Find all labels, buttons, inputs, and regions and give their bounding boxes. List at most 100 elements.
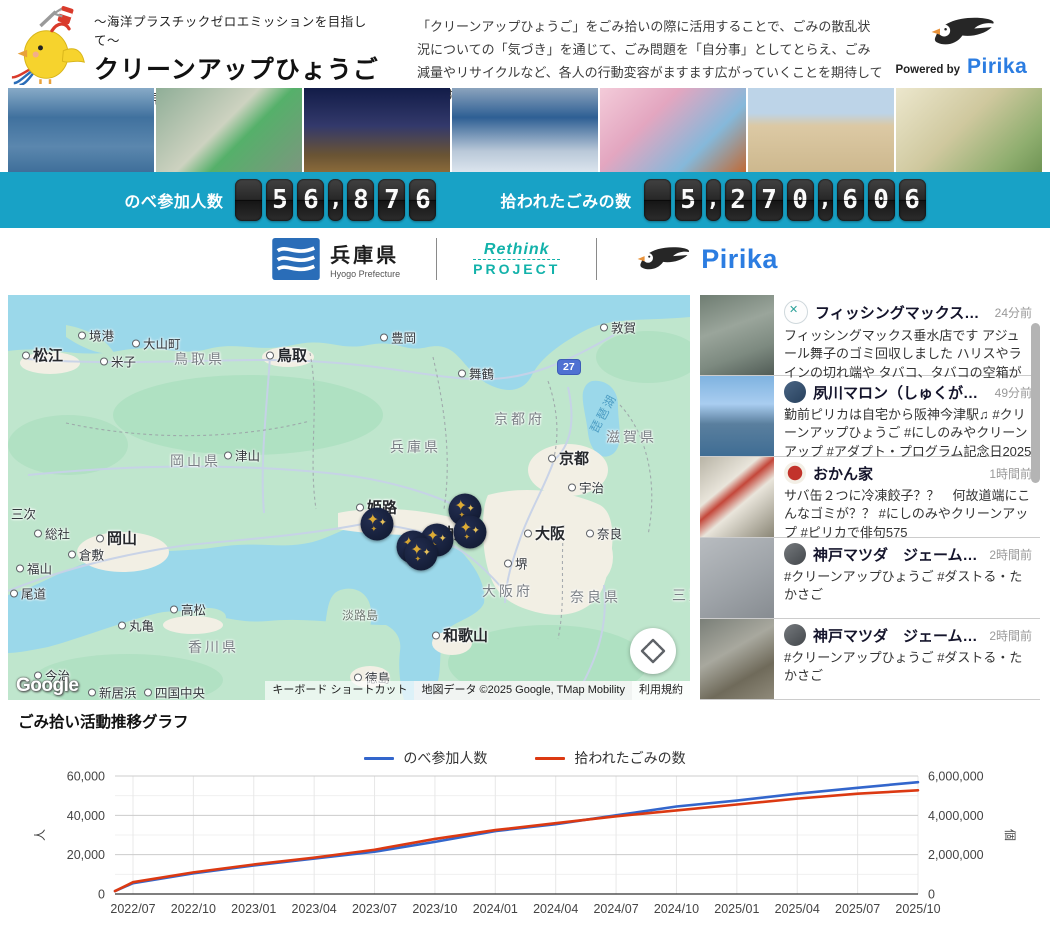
pirika-wordmark: Pirika (967, 55, 1027, 79)
feed-post-text: #クリーンアップひょうご #ダストる・たかさご (784, 568, 1032, 605)
legend-label: 拾われたごみの数 (574, 748, 685, 768)
svg-text:2022/10: 2022/10 (171, 902, 216, 916)
chart-title: ごみ拾い活動推移グラフ (18, 710, 1050, 732)
feed-item[interactable]: おかん家 1時間前 サバ缶２つに冷凍餃子？？ 何故道端にこんなゴミが？？ #にし… (700, 457, 1040, 538)
feed-user-name: フィッシングマックス垂… (815, 302, 988, 323)
cleanup-cluster-marker[interactable]: ✦✦✦ (454, 516, 487, 549)
hyogo-name: 兵庫県 (330, 239, 400, 268)
feed-timestamp: 24分前 (995, 304, 1032, 321)
mascot-logo (10, 5, 90, 85)
avatar (784, 543, 806, 565)
photo-night-canal-town (304, 88, 450, 172)
pirika-wordmark: Pirika (701, 244, 778, 275)
svg-text:2023/07: 2023/07 (352, 902, 397, 916)
feed-item[interactable]: 神戸マツダ ジェーム… 2時間前 #クリーンアップひょうご #ダストる・たかさご (700, 619, 1040, 700)
legend-label: のべ参加人数 (403, 748, 487, 768)
map-pan-control[interactable] (630, 628, 676, 674)
terms-link[interactable]: 利用規約 (632, 681, 690, 700)
hyogo-prefecture-logo[interactable]: 兵庫県 Hyogo Prefecture (272, 238, 400, 280)
feed-user-name: 神戸マツダ ジェーム… (813, 544, 978, 565)
map-attribution: キーボード ショートカット 地図データ ©2025 Google, TMap M… (265, 681, 690, 700)
photo-cherry-blossom-castle-boat (600, 88, 746, 172)
feed-post-text: サバ缶２つに冷凍餃子？？ 何故道端にこんなゴミが？？ #にしのみやクリーンアップ… (784, 487, 1032, 542)
google-logo[interactable]: Google (16, 675, 78, 697)
site-title: クリーンアップひょうご (94, 50, 391, 86)
avatar (784, 462, 806, 484)
feed-user-name: 神戸マツダ ジェーム… (813, 625, 978, 646)
feed-user-name: 夙川マロン（しゅくがわ… (813, 382, 988, 403)
page-header: 〜海洋プラスチックゼロエミッションを目指して〜 クリーンアップひょうご 兵庫県版… (0, 0, 1050, 88)
avatar (784, 624, 806, 646)
photo-beach-cleanup (748, 88, 894, 172)
svg-text:2025/07: 2025/07 (835, 902, 880, 916)
feed-timestamp: 2時間前 (989, 546, 1032, 563)
powered-by-pirika[interactable]: Powered by Pirika (883, 5, 1040, 79)
photo-strip (0, 88, 1050, 172)
feed-item[interactable]: 神戸マツダ ジェーム… 2時間前 #クリーンアップひょうご #ダストる・たかさご (700, 538, 1040, 619)
cleanup-cluster-marker[interactable]: ✦✦✦ (361, 508, 394, 541)
svg-text:2024/04: 2024/04 (533, 902, 578, 916)
svg-text:2024/07: 2024/07 (593, 902, 638, 916)
activity-feed: フィッシングマックス垂… 24分前 フィッシングマックス垂水店です アジュール舞… (700, 295, 1040, 700)
trash-count-label: 拾われたごみの数 (500, 188, 631, 212)
svg-text:0: 0 (928, 888, 935, 902)
feed-photo (700, 457, 774, 537)
svg-text:40,000: 40,000 (67, 809, 105, 823)
svg-text:2025/10: 2025/10 (895, 902, 940, 916)
photo-pampas-grass-field (896, 88, 1042, 172)
stat-participants: のべ参加人数 56,876 (124, 179, 436, 221)
svg-text:人: 人 (33, 829, 47, 841)
stats-bar: のべ参加人数 56,876 拾われたごみの数 5,270,606 (0, 172, 1050, 228)
svg-text:4,000,000: 4,000,000 (928, 809, 984, 823)
photo-cleanup-truck-children (156, 88, 302, 172)
feed-item[interactable]: 夙川マロン（しゅくがわ… 49分前 勤前ピリカは自宅から阪神今津駅♫ #クリーン… (700, 376, 1040, 457)
svg-text:2023/04: 2023/04 (292, 902, 337, 916)
trash-counter: 5,270,606 (644, 179, 926, 221)
pirika-logo[interactable]: Pirika (633, 242, 778, 276)
svg-text:0: 0 (98, 888, 105, 902)
participants-counter: 56,876 (235, 179, 436, 221)
participants-label: のべ参加人数 (124, 188, 223, 212)
stat-trash-count: 拾われたごみの数 5,270,606 (500, 179, 925, 221)
divider (436, 238, 437, 280)
svg-text:2024/01: 2024/01 (473, 902, 518, 916)
feed-photo (700, 295, 774, 375)
svg-text:個: 個 (1003, 829, 1017, 841)
feed-item[interactable]: フィッシングマックス垂… 24分前 フィッシングマックス垂水店です アジュール舞… (700, 295, 1040, 376)
photo-seagulls-harbor (8, 88, 154, 172)
svg-text:2025/01: 2025/01 (714, 902, 759, 916)
hyogo-mark-icon (272, 238, 320, 280)
feed-timestamp: 1時間前 (989, 465, 1032, 482)
line-chart: 2022/07 2022/10 2023/01 2023/04 2023/07 2023/… (0, 768, 1050, 920)
feed-scrollbar[interactable] (1031, 323, 1040, 483)
svg-text:2023/10: 2023/10 (412, 902, 457, 916)
legend-swatch-blue (364, 757, 394, 760)
feed-photo (700, 538, 774, 618)
rethink-project-logo[interactable]: Rethink PROJECT (473, 241, 560, 278)
chart-section: ごみ拾い活動推移グラフ のべ参加人数 拾われたごみの数 2022/072022/… (0, 700, 1050, 925)
svg-text:6,000,000: 6,000,000 (928, 770, 984, 784)
pirika-bird-icon (926, 11, 996, 53)
svg-text:60,000: 60,000 (67, 770, 105, 784)
pan-arrows-icon (630, 628, 676, 674)
keyboard-shortcuts-link[interactable]: キーボード ショートカット (265, 681, 414, 700)
rethink-line2: PROJECT (473, 262, 560, 277)
hyogo-name-en: Hyogo Prefecture (330, 269, 400, 279)
svg-text:2023/01: 2023/01 (231, 902, 276, 916)
legend-participants: のべ参加人数 (364, 748, 487, 768)
feed-photo (700, 376, 774, 456)
map-labels-layer: 松江境港大山町米子鳥取県鳥取豊岡舞鶴敦賀27京都府琵琶湖滋賀県兵庫県岡山県津山京… (8, 295, 690, 700)
feed-photo (700, 619, 774, 699)
svg-text:20,000: 20,000 (67, 848, 105, 862)
svg-text:2022/07: 2022/07 (110, 902, 155, 916)
svg-text:2024/10: 2024/10 (654, 902, 699, 916)
site-tagline: 〜海洋プラスチックゼロエミッションを目指して〜 (94, 11, 391, 49)
powered-by-label: Powered by (895, 64, 960, 76)
cleanup-cluster-marker[interactable]: ✦✦✦ (405, 538, 438, 571)
map-data-attribution: 地図データ ©2025 Google, TMap Mobility (414, 681, 632, 700)
legend-trash: 拾われたごみの数 (535, 748, 685, 768)
svg-text:2,000,000: 2,000,000 (928, 848, 984, 862)
avatar (784, 381, 806, 403)
feed-timestamp: 2時間前 (989, 627, 1032, 644)
google-map[interactable]: 松江境港大山町米子鳥取県鳥取豊岡舞鶴敦賀27京都府琵琶湖滋賀県兵庫県岡山県津山京… (8, 295, 690, 700)
